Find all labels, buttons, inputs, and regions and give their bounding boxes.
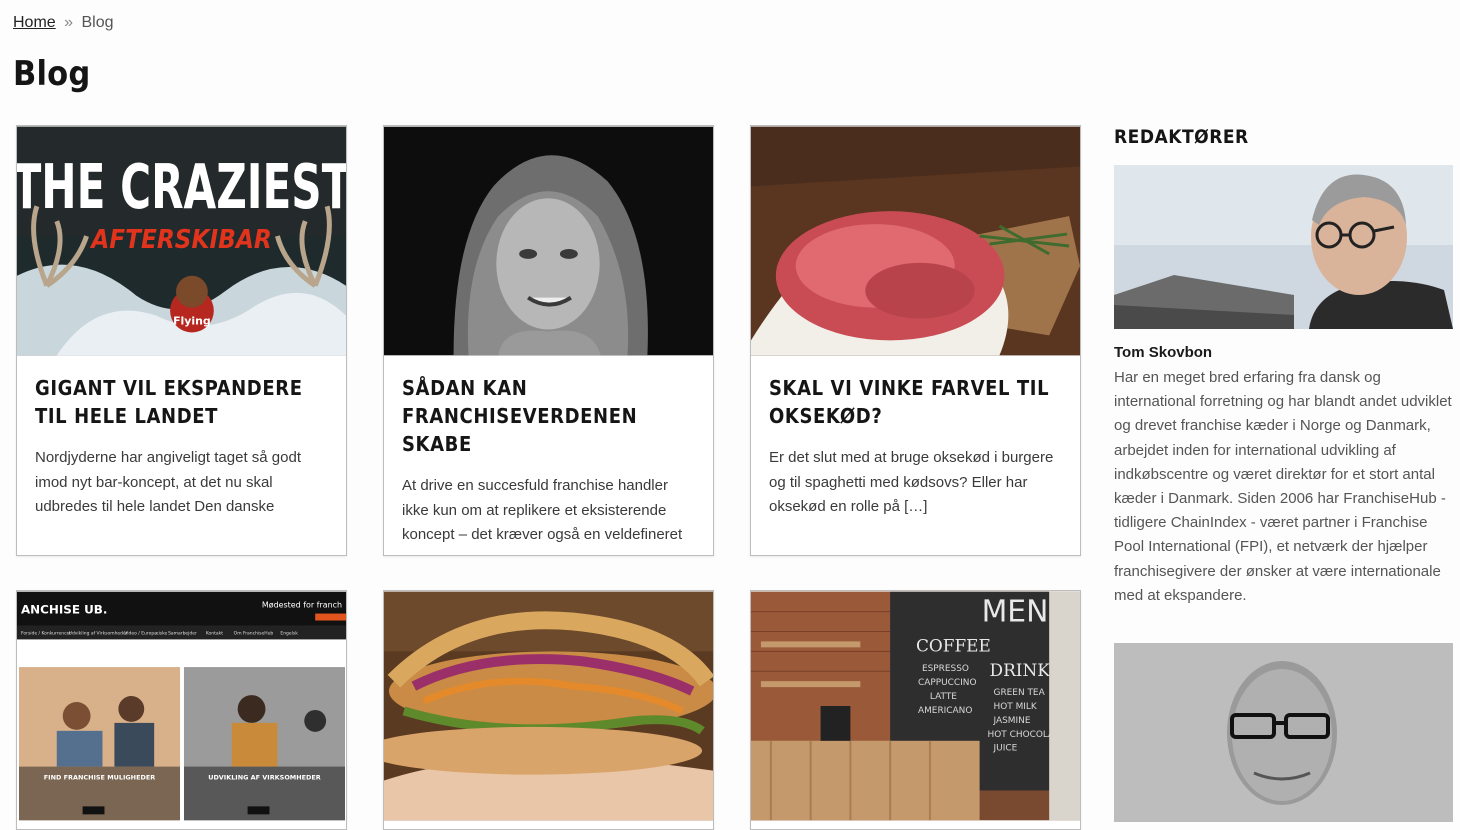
image-nav-item: Udvikling af Virksomheder <box>69 630 128 636</box>
breadcrumb-home-link[interactable]: Home <box>13 14 56 31</box>
image-nav-item: Kontakt <box>206 630 223 636</box>
image-brand-text: ANCHISE UB. <box>21 603 107 617</box>
image-nav-item: Samarbejder <box>168 630 197 636</box>
image-drink-item: JASMINE <box>993 716 1031 726</box>
image-logo-text: Flying <box>173 314 211 327</box>
post-title[interactable]: Gigant vil ekspandere til hele landet <box>35 374 328 430</box>
post-image-afterskibar[interactable]: THE CRAZIEST AFTERSKIBAR Flying <box>17 126 346 356</box>
post-card[interactable]: Skal vi vinke farvel til oksekød? Er det… <box>750 125 1081 556</box>
post-card[interactable]: ANCHISE UB. Mødested for franch Forside … <box>16 590 347 830</box>
image-nav-item: Forside / Konkurrencer <box>21 630 71 636</box>
page-title: Blog <box>13 54 91 94</box>
image-nav-item: Om FranchiseHub <box>234 630 274 636</box>
post-image-portrait-woman[interactable] <box>384 126 713 356</box>
editor-name[interactable]: Tom Skovbon <box>1114 344 1212 361</box>
image-nav-item: Engelsk <box>280 630 298 636</box>
breadcrumb-current: Blog <box>81 14 114 31</box>
editor-photo-second-editor <box>1114 643 1453 822</box>
image-drink-item: HOT MILK <box>994 702 1038 712</box>
post-title[interactable]: Sådan kan franchiseverdenen skabe <box>402 374 695 458</box>
image-menu-item: LATTE <box>930 692 957 702</box>
image-nav-item: Video / Europæiske <box>124 630 167 636</box>
image-menu-item: AMERICANO <box>918 706 972 716</box>
image-subheadline-text: AFTERSKIBAR <box>89 225 271 255</box>
post-image-burger[interactable] <box>384 591 713 821</box>
image-menu-item: CAPPUCCINO <box>918 678 977 688</box>
image-headline-text: THE CRAZIEST <box>17 151 346 223</box>
sidebar-title: REDAKTØRER <box>1114 126 1249 148</box>
post-image-minced-beef[interactable] <box>751 126 1080 356</box>
post-card[interactable]: THE CRAZIEST AFTERSKIBAR Flying Gigant v… <box>16 125 347 556</box>
post-excerpt: At drive en succesfuld franchise handler… <box>402 477 683 543</box>
post-card[interactable]: Sådan kan franchiseverdenen skabe At dri… <box>383 125 714 556</box>
breadcrumb: Home » Blog <box>13 14 114 32</box>
post-excerpt: Er det slut med at bruge oksekød i burge… <box>769 449 1054 515</box>
post-excerpt: Nordjyderne har angiveligt taget så godt… <box>35 449 302 515</box>
image-drink-item: GREEN TEA <box>994 688 1046 698</box>
breadcrumb-separator: » <box>64 14 74 31</box>
post-card[interactable]: MENU COFFEE DRINK ESPRESSO CAPPUCCINO LA… <box>750 590 1081 830</box>
post-card[interactable] <box>383 590 714 830</box>
image-tagline-text: Mødested for franch <box>262 601 342 610</box>
image-panel-left-text: FIND FRANCHISE MULIGHEDER <box>44 774 155 782</box>
post-title[interactable]: Skal vi vinke farvel til oksekød? <box>769 374 1062 430</box>
image-menu-item: ESPRESSO <box>922 664 969 674</box>
image-drink-item: JUICE <box>993 744 1018 754</box>
post-image-franchisehub-website[interactable]: ANCHISE UB. Mødested for franch Forside … <box>17 591 346 821</box>
editor-photo-tom-skovbon <box>1114 165 1453 329</box>
image-menu-coffee: COFFEE <box>916 635 991 655</box>
image-menu-drink: DRINK <box>990 660 1051 680</box>
image-panel-right-text: UDVIKLING AF VIRKSOMHEDER <box>208 774 321 782</box>
post-image-cafe-menu[interactable]: MENU COFFEE DRINK ESPRESSO CAPPUCCINO LA… <box>751 591 1080 821</box>
editor-bio: Har en meget bred erfaring fra dansk og … <box>1114 369 1452 604</box>
